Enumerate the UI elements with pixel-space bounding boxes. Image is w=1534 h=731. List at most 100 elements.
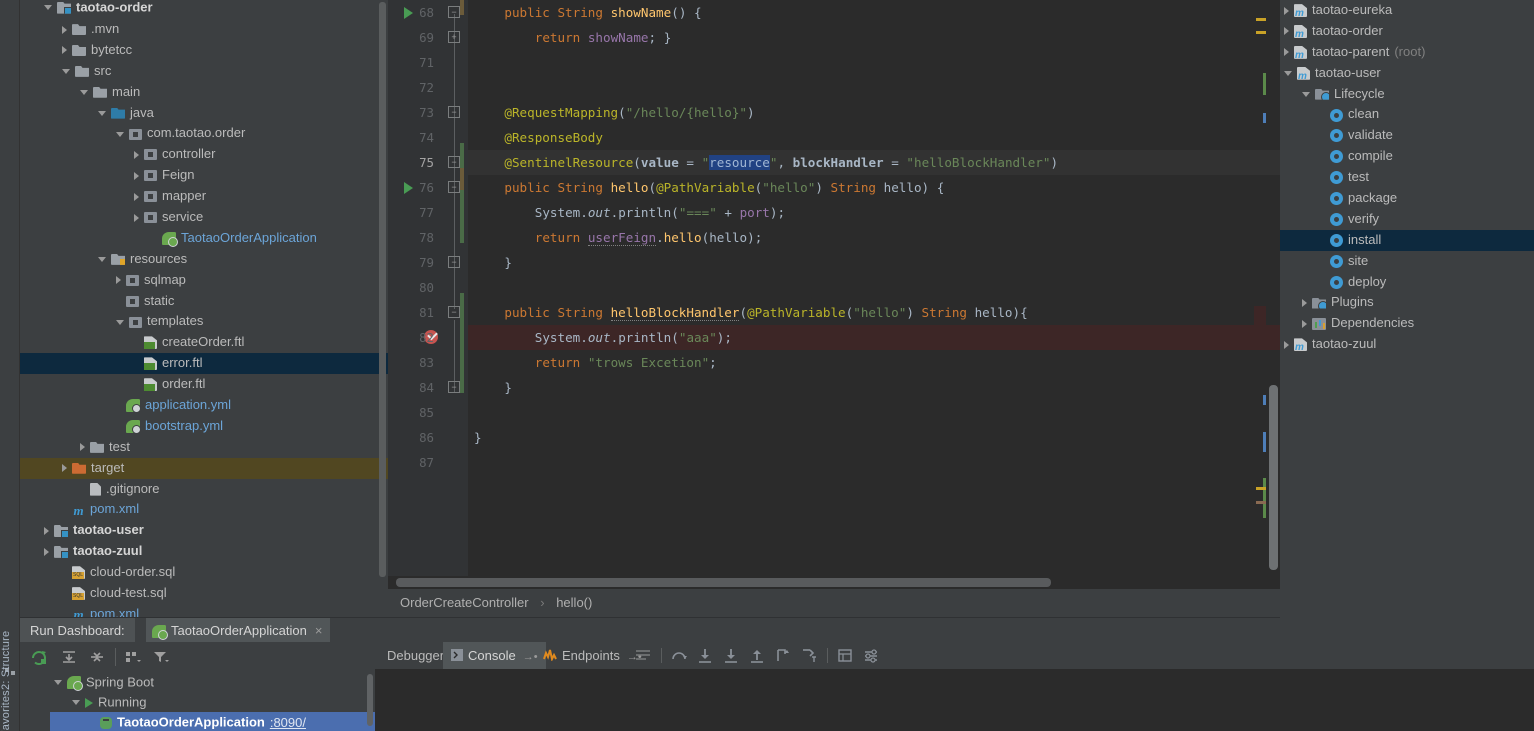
project-tree-item--mvn[interactable]: .mvn [20,19,388,40]
fold-collapse-icon[interactable]: − [448,181,460,193]
project-tree-scrollbar[interactable] [379,2,386,577]
console-output[interactable] [375,669,1534,731]
project-tree-item-application-yml[interactable]: application.yml [20,395,388,416]
code-line[interactable]: } [468,375,1280,400]
chevron-right-icon[interactable] [44,547,49,556]
maven-tree-item-plugins[interactable]: Plugins [1280,292,1534,313]
code-line[interactable]: public String helloBlockHandler(@PathVar… [468,300,1280,325]
maven-tool-window[interactable]: taotao-eureka taotao-order taotao-parent(r… [1280,0,1534,617]
dashboard-item-spring-boot[interactable]: Spring Boot [50,672,375,692]
maven-tree-item-site[interactable]: site [1280,251,1534,272]
dashboard-scrollbar[interactable] [367,674,373,726]
chevron-right-icon[interactable] [62,25,67,34]
project-tree-item-test[interactable]: test [20,437,388,458]
project-tree-item-feign[interactable]: Feign [20,165,388,186]
code-text-area[interactable]: public String showName() { return showNa… [468,0,1280,577]
chevron-right-icon[interactable] [134,192,139,201]
project-tree-item-main[interactable]: main [20,82,388,103]
chevron-right-icon[interactable] [80,443,85,452]
project-tree-item-java[interactable]: java [20,103,388,124]
project-tree-item-service[interactable]: service [20,207,388,228]
project-tree-item-taotaoorderapplication[interactable]: TaotaoOrderApplication [20,228,388,249]
project-tree-item-taotao-user[interactable]: taotao-user [20,520,388,541]
breadcrumb-method[interactable]: hello() [556,595,592,610]
fold-collapse-icon[interactable]: − [448,381,460,393]
project-tree-item-taotao-order[interactable]: taotao-order [20,0,388,19]
collapse-all-icon[interactable] [88,649,106,665]
code-line[interactable]: } [468,250,1280,275]
chevron-down-icon[interactable] [98,256,106,262]
console-tool-window[interactable]: Debugger Console →• Endpoints →• [375,642,1534,731]
project-tree-item-com-taotao-order[interactable]: com.taotao.order [20,123,388,144]
project-tree-item-error-ftl[interactable]: error.ftl [20,353,388,375]
dashboard-item-taotaoorderapplication[interactable]: TaotaoOrderApplication:8090/ [50,712,375,731]
editor-vertical-scrollbar[interactable] [1269,385,1278,570]
chevron-right-icon[interactable] [116,276,121,285]
project-tree-item-bootstrap-yml[interactable]: bootstrap.yml [20,416,388,437]
project-tree-item-taotao-zuul[interactable]: taotao-zuul [20,541,388,562]
step-over-icon[interactable] [671,648,687,663]
chevron-right-icon[interactable] [1302,319,1307,328]
expand-all-icon[interactable] [60,649,78,665]
code-line[interactable]: @SentinelResource(value = "resource", bl… [468,150,1280,175]
code-line[interactable]: public String hello(@PathVariable("hello… [468,175,1280,200]
project-tree-item-cloud-order-sql[interactable]: cloud-order.sql [20,562,388,583]
chevron-right-icon[interactable] [134,171,139,180]
soft-wrap-icon[interactable] [635,648,651,663]
code-line[interactable]: return "trows Excetion"; [468,350,1280,375]
maven-tree-item-package[interactable]: package [1280,188,1534,209]
code-line[interactable]: return userFeign.hello(hello); [468,225,1280,250]
project-tree-item-resources[interactable]: resources [20,249,388,270]
project-tree-item-mapper[interactable]: mapper [20,186,388,207]
project-tree-item-bytetcc[interactable]: bytetcc [20,40,388,61]
chevron-down-icon[interactable] [54,680,62,686]
close-icon[interactable]: × [315,623,323,638]
maven-tree-item-validate[interactable]: validate [1280,125,1534,146]
project-tree-item-src[interactable]: src [20,61,388,82]
maven-tree-item-taotao-order[interactable]: taotao-order [1280,21,1534,42]
force-step-into-icon[interactable] [723,648,739,663]
code-line[interactable]: @RequestMapping("/hello/{hello}") [468,100,1280,125]
project-tree-item-static[interactable]: static [20,291,388,312]
dashboard-item-running[interactable]: Running [50,692,375,712]
chevron-down-icon[interactable] [62,68,70,74]
maven-tree-item-taotao-zuul[interactable]: taotao-zuul [1280,334,1534,355]
chevron-down-icon[interactable] [44,5,52,11]
code-line[interactable] [468,450,1280,475]
group-by-icon[interactable] [124,649,142,665]
project-tree-item-target[interactable]: target [20,457,388,479]
fold-collapse-icon[interactable]: − [448,306,460,318]
project-tree-item-cloud-test-sql[interactable]: cloud-test.sql [20,583,388,604]
code-line[interactable]: System.out.println("aaa"); [468,325,1280,350]
chevron-right-icon[interactable] [1284,48,1289,57]
code-line[interactable] [468,400,1280,425]
code-line[interactable] [468,75,1280,100]
tab-console[interactable]: Console →• [443,642,546,669]
step-into-icon[interactable] [697,648,713,663]
project-tree-item-pom-xml[interactable]: m pom.xml [20,604,388,617]
run-dashboard-tab[interactable]: TaotaoOrderApplication × [146,618,331,643]
project-tree-item-templates[interactable]: templates [20,311,388,332]
project-tool-window[interactable]: taotao-order .mvn bytetcc src main java com.ta… [20,0,388,617]
maven-tree-item-install[interactable]: install [1280,229,1534,251]
fold-collapse-icon[interactable]: − [448,106,460,118]
editor-marker-gutter[interactable] [1254,0,1266,577]
console-tabs[interactable]: Debugger Console →• Endpoints →• [375,642,1534,669]
settings-icon[interactable] [863,648,879,663]
maven-tree-item-lifecycle[interactable]: Lifecycle [1280,84,1534,105]
run-dashboard-tree[interactable]: Spring Boot Running TaotaoOrderApplication… [50,672,375,731]
chevron-right-icon[interactable] [1284,340,1289,349]
chevron-down-icon[interactable] [72,700,80,706]
chevron-down-icon[interactable] [1302,91,1310,97]
code-line[interactable]: public String showName() { [468,0,1280,25]
chevron-down-icon[interactable] [80,89,88,95]
fold-expand-icon[interactable]: + [448,31,460,43]
chevron-down-icon[interactable] [98,110,106,116]
editor-horizontal-scrollbar-track[interactable] [388,576,1268,589]
tab-debugger[interactable]: Debugger [379,642,452,669]
chevron-down-icon[interactable] [1284,70,1292,76]
evaluate-icon[interactable] [837,648,853,663]
project-tree-item-pom-xml[interactable]: m pom.xml [20,499,388,520]
code-line[interactable]: } [468,425,1280,450]
tab-endpoints[interactable]: Endpoints →• [535,642,650,669]
